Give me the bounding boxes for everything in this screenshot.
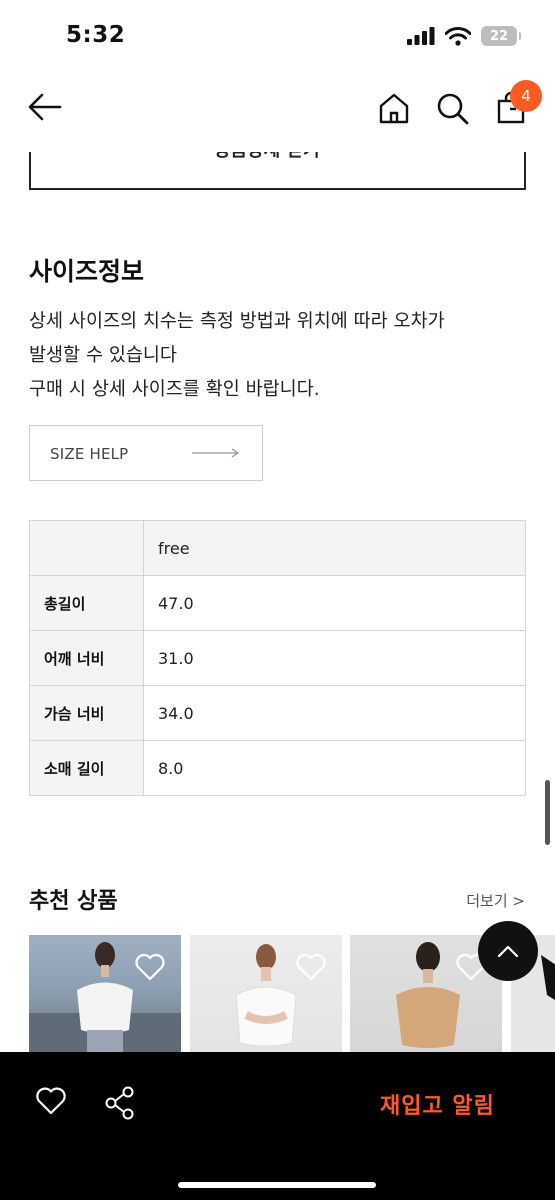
heart-icon[interactable]	[35, 1086, 67, 1116]
size-table-column-header: free	[143, 520, 526, 576]
size-row-value: 47.0	[143, 575, 526, 631]
product-card[interactable]	[190, 935, 342, 1055]
back-arrow-icon[interactable]	[28, 92, 62, 122]
share-icon[interactable]	[104, 1086, 136, 1120]
size-desc-line: 구매 시 상세 사이즈를 확인 바랍니다.	[29, 379, 320, 400]
table-row: 가슴 너비 34.0	[29, 685, 526, 741]
cart-count-badge: 4	[510, 80, 542, 112]
size-info-title: 사이즈정보	[29, 257, 145, 286]
search-icon[interactable]	[436, 92, 470, 126]
chevron-up-icon	[497, 945, 519, 958]
table-row: 어깨 너비 31.0	[29, 630, 526, 686]
restock-alert-button[interactable]: 재입고 알림	[380, 1088, 495, 1120]
recommended-more-link[interactable]: 더보기 >	[466, 890, 525, 911]
size-row-label: 어깨 너비	[29, 630, 144, 686]
product-card[interactable]	[29, 935, 181, 1055]
size-help-label: SIZE HELP	[50, 445, 129, 463]
size-row-value: 34.0	[143, 685, 526, 741]
size-table-header-row: free	[29, 520, 526, 576]
battery-indicator: 22	[481, 26, 521, 46]
status-bar: 5:32 22	[0, 0, 555, 70]
wifi-icon	[445, 26, 471, 46]
cellular-signal-icon	[407, 27, 435, 45]
size-info-description: 상세 사이즈의 치수는 측정 방법과 위치에 따라 오차가 발생할 수 있습니다…	[29, 305, 529, 407]
size-table: free 총길이 47.0 어깨 너비 31.0 가슴 너비 34.0 소매 길…	[29, 520, 526, 796]
size-row-value: 31.0	[143, 630, 526, 686]
size-row-label: 가슴 너비	[29, 685, 144, 741]
size-row-label: 총길이	[29, 575, 144, 631]
scrollbar[interactable]	[545, 780, 550, 845]
heart-icon[interactable]	[296, 953, 326, 981]
top-nav: 4	[0, 80, 555, 140]
status-icons: 22	[407, 26, 521, 46]
size-desc-line: 상세 사이즈의 치수는 측정 방법과 위치에 따라 오차가	[29, 311, 445, 332]
long-arrow-right-icon	[192, 448, 240, 458]
heart-icon[interactable]	[135, 953, 165, 981]
home-icon[interactable]	[378, 92, 410, 124]
status-time: 5:32	[66, 22, 126, 48]
size-help-button[interactable]: SIZE HELP	[29, 425, 263, 481]
size-row-label: 소매 길이	[29, 740, 144, 796]
table-row: 총길이 47.0	[29, 575, 526, 631]
home-indicator	[178, 1182, 376, 1188]
table-row: 소매 길이 8.0	[29, 740, 526, 796]
recommended-title: 추천 상품	[29, 889, 118, 914]
size-desc-line: 발생할 수 있습니다	[29, 345, 177, 366]
size-table-corner	[29, 520, 144, 576]
size-row-value: 8.0	[143, 740, 526, 796]
scroll-to-top-button[interactable]	[478, 921, 538, 981]
bottom-action-bar: 재입고 알림	[0, 1052, 555, 1200]
